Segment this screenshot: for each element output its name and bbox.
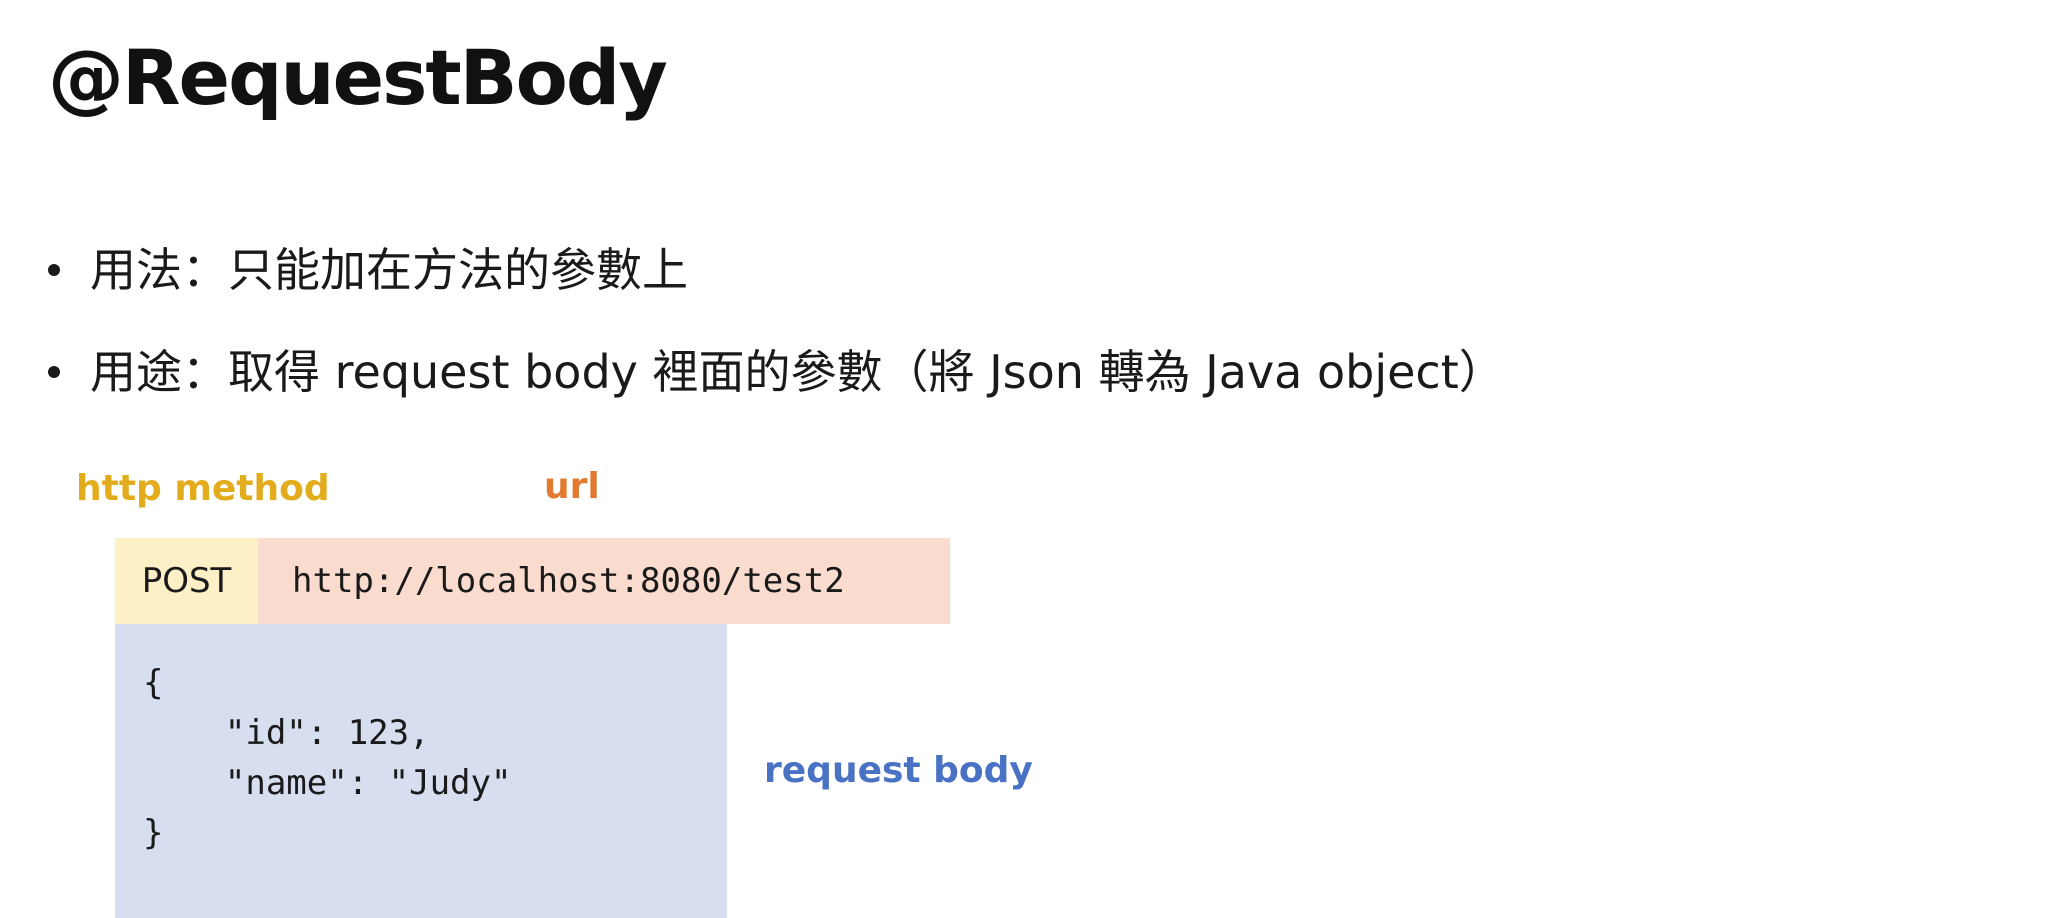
slide-title: @RequestBody [48, 33, 668, 122]
method-box: POST [115, 538, 258, 624]
method-value: POST [141, 561, 232, 601]
code-line: { [143, 663, 164, 703]
request-body-label: request body [764, 750, 1033, 791]
request-body-box: { "id": 123, "name": "Judy" } [115, 624, 727, 918]
bullet-text: 用法：只能加在方法的參數上 [90, 243, 688, 297]
url-box: http://localhost:8080/test2 [258, 538, 950, 624]
bullet-list: 用法：只能加在方法的參數上 用途：取得 request body 裡面的參數（將… [48, 240, 1505, 444]
bullet-purpose: 用途：取得 request body 裡面的參數（將 Json 轉為 Java … [48, 342, 1505, 402]
url-label: url [544, 466, 600, 507]
bullet-dot-icon [48, 264, 60, 276]
code-line: } [143, 813, 164, 853]
bullet-dot-icon [48, 366, 60, 378]
http-method-label: http method [76, 468, 330, 509]
code-line: "name": "Judy" [143, 763, 512, 803]
bullet-text: 用途：取得 request body 裡面的參數（將 Json 轉為 Java … [90, 345, 1505, 399]
code-line: "id": 123, [143, 713, 430, 753]
bullet-usage: 用法：只能加在方法的參數上 [48, 240, 1505, 300]
url-value: http://localhost:8080/test2 [292, 561, 845, 601]
